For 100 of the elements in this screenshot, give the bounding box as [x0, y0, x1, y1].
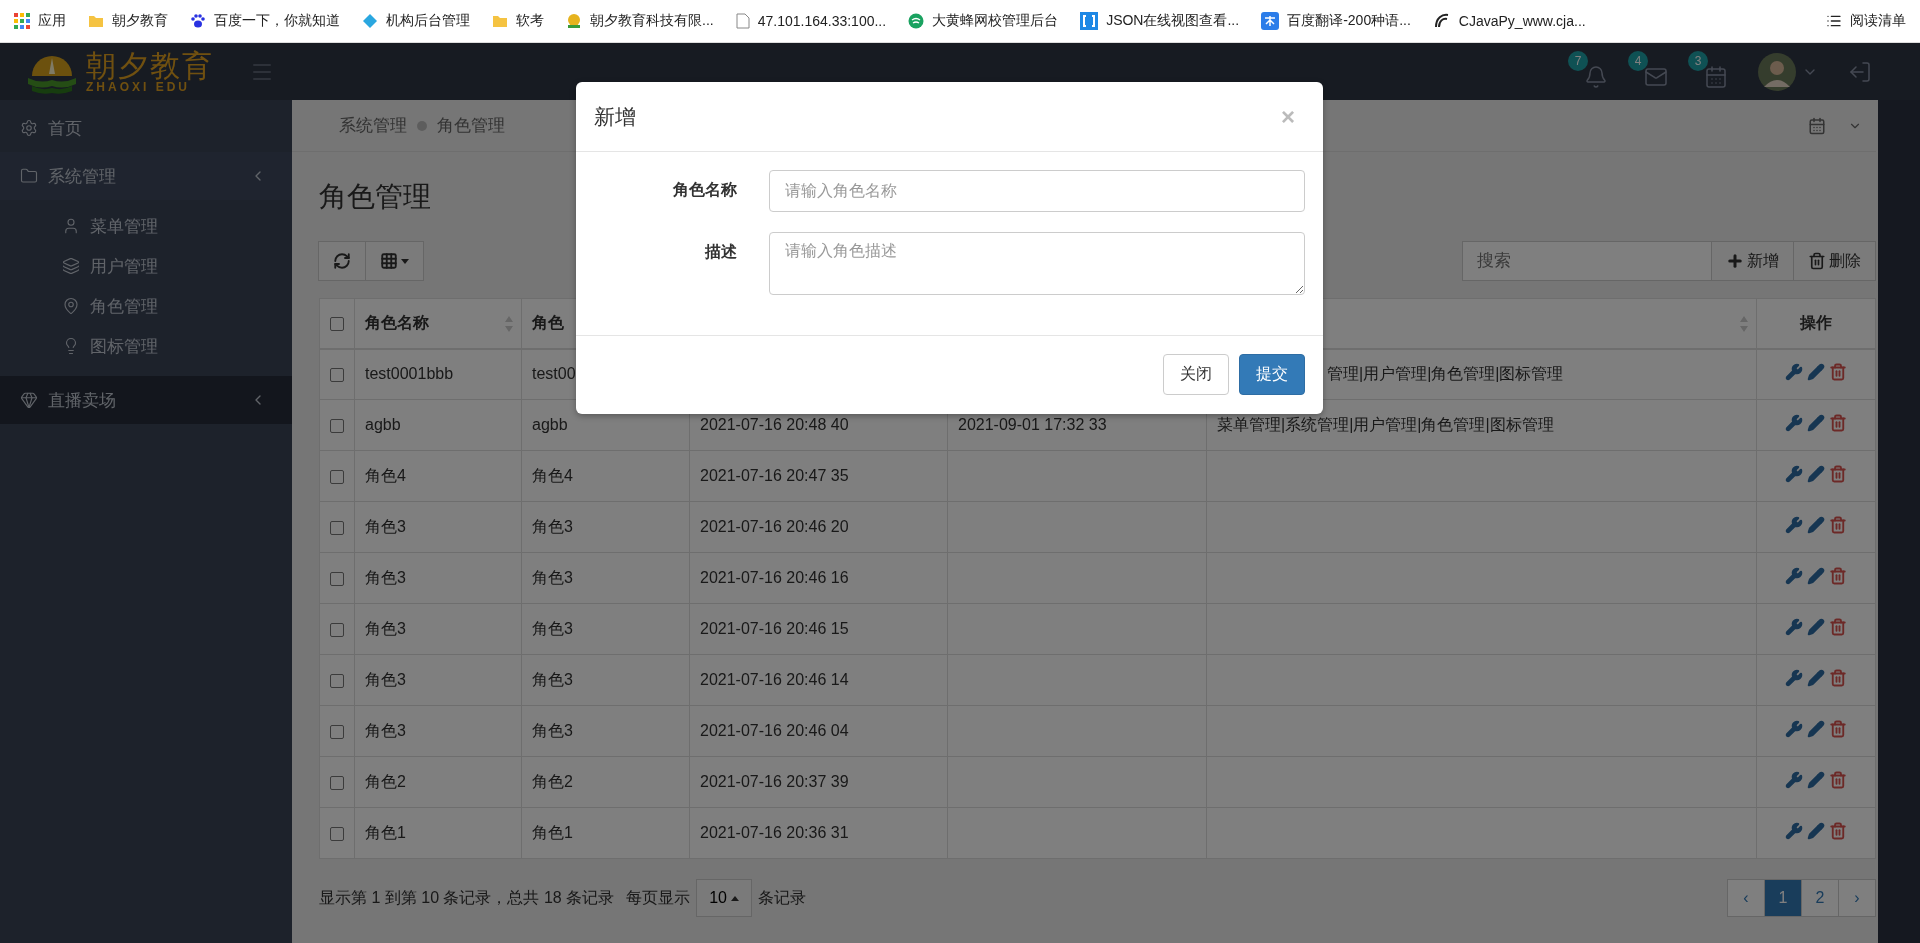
logo-title: 朝夕教育 — [86, 50, 214, 81]
bookmark-link[interactable]: 百度一下，你就知道 — [190, 12, 340, 30]
checkbox[interactable] — [330, 571, 344, 586]
checkbox[interactable] — [330, 317, 344, 331]
refresh-icon — [333, 252, 351, 270]
prev-page[interactable]: ‹ — [1727, 879, 1765, 917]
wrench-icon[interactable] — [1785, 771, 1803, 789]
page-size-dropdown[interactable]: 10 — [696, 879, 752, 917]
swirl-icon — [1432, 12, 1451, 30]
avatar-icon[interactable] — [1758, 52, 1796, 91]
wrench-icon[interactable] — [1785, 669, 1803, 687]
refresh-button[interactable] — [318, 241, 366, 281]
breadcrumb-item[interactable]: 系统管理 — [339, 114, 407, 137]
bracket-icon — [1080, 12, 1099, 30]
reading-list-link[interactable]: 阅读清单 — [1826, 12, 1906, 30]
notification-button[interactable]: 4 — [1628, 50, 1670, 93]
bookmark-link[interactable]: 朝夕教育 — [88, 12, 168, 30]
wrench-icon[interactable] — [1785, 822, 1803, 840]
trash-icon[interactable] — [1829, 465, 1847, 483]
notification-button[interactable]: 7 — [1568, 50, 1610, 93]
sidebar-subitem[interactable]: 用户管理 — [0, 246, 292, 286]
wrench-icon[interactable] — [1785, 465, 1803, 483]
bookmark-link[interactable]: JSON在线视图查看... — [1080, 12, 1240, 30]
wrench-icon[interactable] — [1785, 567, 1803, 585]
bookmark-link[interactable]: 应用 — [14, 12, 66, 30]
calendar-icon[interactable] — [1808, 116, 1826, 135]
checkbox[interactable] — [330, 469, 344, 484]
trash-icon[interactable] — [1829, 669, 1847, 687]
wrench-icon[interactable] — [1785, 516, 1803, 534]
trash-icon[interactable] — [1829, 567, 1847, 585]
table-cell: 角色3 — [532, 670, 573, 688]
page-link[interactable]: 1 — [1764, 879, 1802, 917]
checkbox[interactable] — [330, 622, 344, 637]
pencil-icon[interactable] — [1807, 822, 1825, 840]
checkbox[interactable] — [330, 418, 344, 433]
checkbox[interactable] — [330, 368, 344, 382]
sidebar-subitem[interactable]: 角色管理 — [0, 286, 292, 326]
per-page-label: 每页显示 — [626, 887, 691, 908]
trash-icon[interactable] — [1829, 720, 1847, 738]
trash-icon[interactable] — [1829, 363, 1847, 382]
description-field[interactable]: 请输入角色描述 — [769, 232, 1305, 295]
bookmark-link[interactable]: 百度翻译-200种语... — [1261, 12, 1411, 30]
trash-icon[interactable] — [1829, 516, 1847, 534]
table-cell: 角色2 — [365, 772, 406, 790]
table-cell: 2021-07-16 20:46 15 — [700, 620, 849, 637]
add-button[interactable]: 新增 — [1711, 241, 1794, 281]
pencil-icon[interactable] — [1807, 669, 1825, 687]
apps-icon — [14, 13, 30, 29]
logo-subtitle: ZHAOXI EDU — [86, 80, 190, 93]
page-link[interactable]: 2 — [1801, 879, 1839, 917]
trash-icon[interactable] — [1829, 822, 1847, 840]
pencil-icon[interactable] — [1807, 363, 1825, 382]
pencil-icon[interactable] — [1807, 720, 1825, 738]
pencil-icon[interactable] — [1807, 465, 1825, 483]
pencil-icon[interactable] — [1807, 567, 1825, 585]
trash-icon[interactable] — [1829, 414, 1847, 432]
bookmark-link[interactable]: 软考 — [492, 12, 544, 30]
checkbox[interactable] — [330, 775, 344, 790]
search-field[interactable]: 搜索 — [1462, 241, 1712, 281]
columns-button[interactable] — [365, 241, 424, 281]
pencil-icon[interactable] — [1807, 414, 1825, 432]
pencil-icon[interactable] — [1807, 618, 1825, 636]
notification-button[interactable]: 3 — [1688, 50, 1730, 93]
checkbox[interactable] — [330, 826, 344, 841]
table-cell: 角色3 — [532, 721, 573, 739]
bookmark-link[interactable]: CJavaPy_www.cja... — [1432, 12, 1586, 30]
table-cell: 角色3 — [365, 517, 406, 535]
wrench-icon[interactable] — [1785, 363, 1803, 382]
checkbox[interactable] — [330, 724, 344, 739]
sun-icon — [566, 13, 582, 29]
submit-button[interactable]: 提交 — [1239, 354, 1305, 395]
trash-icon[interactable] — [1829, 618, 1847, 636]
table-cell: 2021-07-16 20:37 39 — [700, 773, 849, 790]
sidebar-item[interactable]: 系统管理 — [0, 152, 292, 200]
sidebar-item[interactable]: 首页 — [0, 104, 292, 152]
bell-icon — [1584, 64, 1608, 89]
pencil-icon[interactable] — [1807, 771, 1825, 789]
bookmark-link[interactable]: 47.101.164.33:100... — [735, 13, 887, 29]
trash-icon[interactable] — [1829, 771, 1847, 789]
bookmark-link[interactable]: 大黄蜂网校管理后台 — [908, 12, 1059, 30]
next-page[interactable]: › — [1838, 879, 1876, 917]
wrench-icon[interactable] — [1785, 414, 1803, 432]
delete-button[interactable]: 删除 — [1793, 241, 1876, 281]
name-field[interactable]: 请输入角色名称 — [769, 170, 1305, 212]
user-icon — [62, 217, 80, 235]
pencil-icon[interactable] — [1807, 516, 1825, 534]
gem-icon — [20, 391, 38, 409]
sidebar-subitem[interactable]: 菜单管理 — [0, 206, 292, 246]
checkbox[interactable] — [330, 520, 344, 535]
diamond-icon — [362, 13, 378, 29]
wrench-icon[interactable] — [1785, 720, 1803, 738]
bookmark-link[interactable]: 朝夕教育科技有限... — [566, 12, 714, 30]
bookmark-link[interactable]: 机构后台管理 — [362, 12, 470, 30]
sidebar-subitem[interactable]: 图标管理 — [0, 326, 292, 366]
close-button[interactable]: 关闭 — [1163, 354, 1229, 395]
wrench-icon[interactable] — [1785, 618, 1803, 636]
table-cell: 2021-07-16 20:48 40 — [700, 416, 849, 433]
logout-icon[interactable] — [1848, 59, 1872, 84]
sidebar-item[interactable]: 直播卖场 — [0, 376, 292, 424]
checkbox[interactable] — [330, 673, 344, 688]
